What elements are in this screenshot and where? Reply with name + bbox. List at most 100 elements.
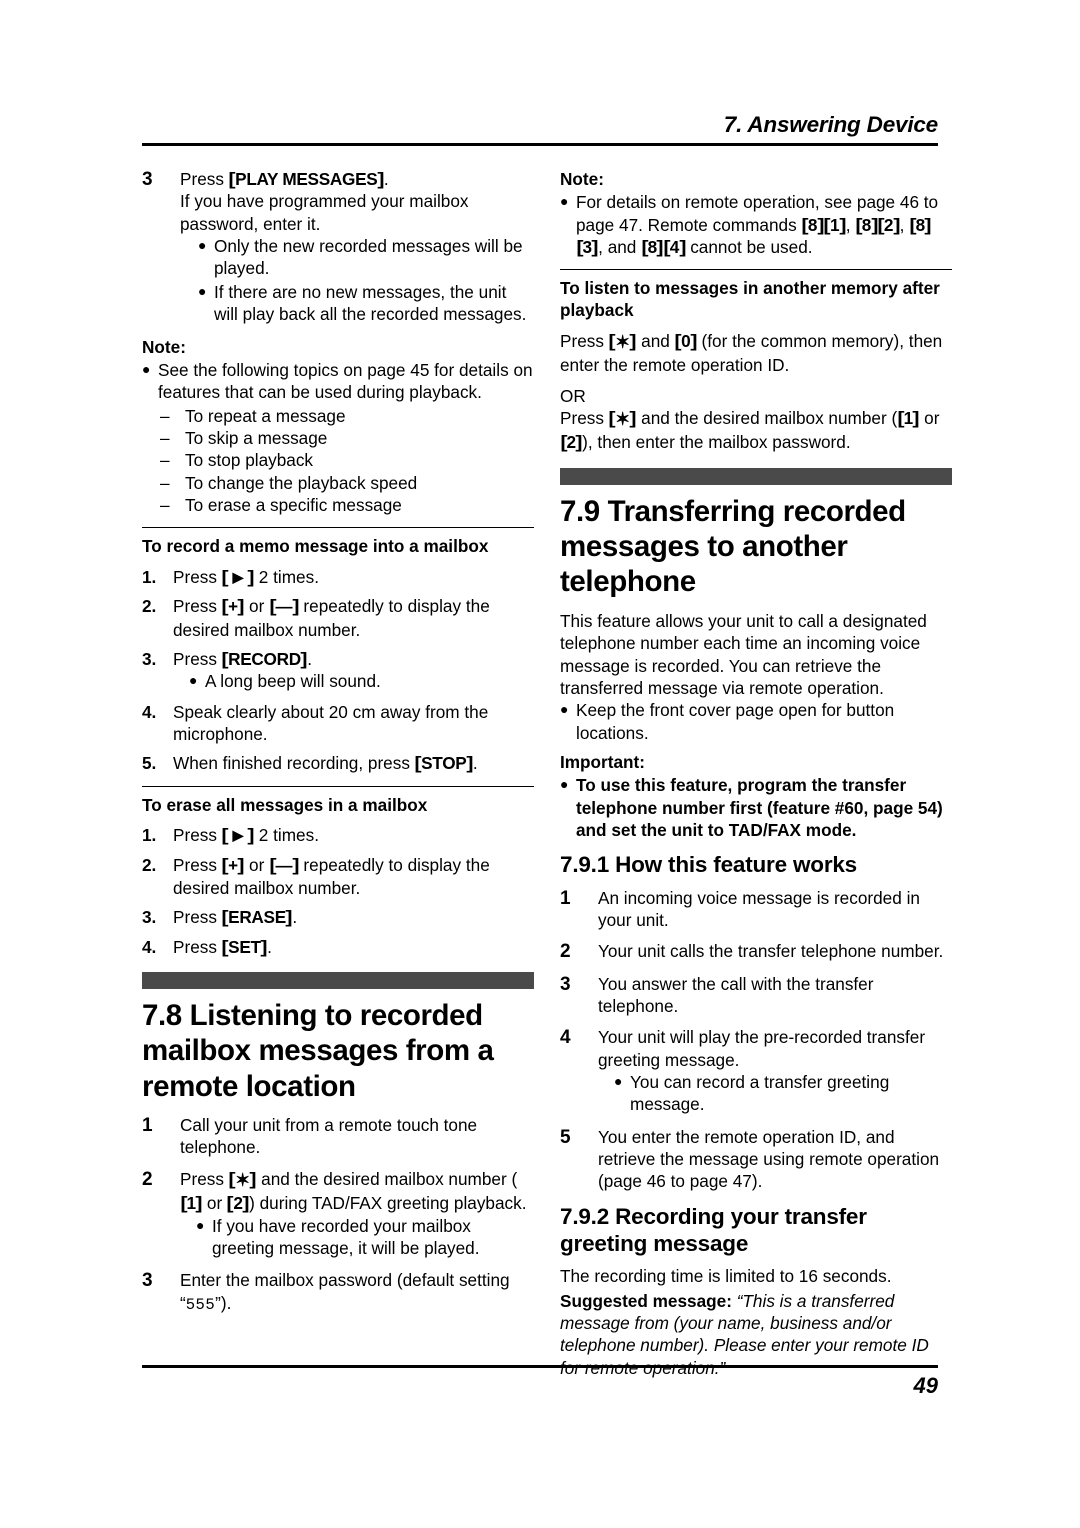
list-item: ● If you have recorded your mailbox gree… [196,1215,534,1260]
press-label: When finished recording, press [173,753,415,774]
dash-marker-icon: – [160,427,170,448]
step-number: 3 [560,973,571,995]
section791-step-5: 5 You enter the remote operation ID, and… [560,1126,952,1193]
list-item: – To stop playback [142,449,534,471]
step-content: Speak clearly about 20 cm away from the … [173,701,489,744]
key-0: [0] [674,330,697,351]
separator: , [899,214,910,235]
key-1: [1] [179,1193,203,1214]
press-label: Press [180,1168,229,1189]
step-content: Your unit will play the pre-recorded tra… [598,1026,952,1116]
or-label: OR [560,385,586,406]
list-item: ● See the following topics on page 45 fo… [142,359,534,404]
step-number: 4. [142,936,157,957]
dash-marker-icon: – [160,495,170,516]
play-arrow-icon: ▶ [232,569,244,586]
section78-step-3: 3 Enter the mailbox password (default se… [142,1269,534,1315]
step-content: When finished recording, press [STOP]. [173,752,534,774]
step-number: 4 [560,1027,571,1049]
dash-text: To stop playback [185,450,314,471]
list-item: – To repeat a message [142,405,534,427]
key-record: [RECORD] [221,648,308,669]
step-number: 3 [142,169,153,190]
conjunction: or [244,596,270,617]
asterisk-icon: ✶ [615,408,630,429]
key-star: [✶] [608,407,637,429]
note-bullet-list: ● See the following topics on page 45 fo… [142,359,534,404]
step-number: 4. [142,701,157,722]
header-divider [142,142,938,146]
dash-marker-icon: – [160,472,170,493]
step-play-messages: 3 Press [PLAY MESSAGES]. If you have pro… [142,168,534,327]
bullet-text: If you have recorded your mailbox greeti… [212,1215,480,1258]
list-item: – To erase a specific message [142,494,534,516]
listen-paragraph-2: Press [✶] and the desired mailbox number… [560,407,952,454]
step-text-mid: and the desired mailbox number ( [256,1168,518,1189]
key-2: [2] [559,432,583,453]
conjunction: and [636,330,675,351]
bullet-text: See the following topics on page 45 for … [158,359,533,403]
manual-page: 7. Answering Device 3 Press [PLAY MESSAG… [0,0,1080,1528]
note-dash-list: – To repeat a message – To skip a messag… [142,405,534,517]
key-1: [1] [897,407,920,428]
key-erase: [ERASE] [221,907,293,928]
section791-step-1: 1 An incoming voice message is recorded … [560,887,952,932]
section792-intro: The recording time is limited to 16 seco… [560,1266,892,1287]
step-line-2: If you have programmed your mailbox pass… [180,191,469,234]
dash-marker-icon: – [160,450,170,471]
section791-step4-bullet-list: ● You can record a transfer greeting mes… [598,1071,952,1116]
bullet-text: You can record a transfer greeting messa… [630,1071,890,1115]
step-number: 1 [560,887,571,909]
step-number: 1 [142,1115,153,1137]
press-label: Press [173,936,222,957]
step3-bullet-list: ● Only the new recorded messages will be… [180,235,534,325]
memo-step3-bullet-list: ● A long beep will sound. [173,670,534,692]
section791-step-4: 4 Your unit will play the pre-recorded t… [560,1026,952,1116]
press-label: Press [173,596,222,617]
section-bar-78 [142,971,534,989]
suggested-message-label: Suggested message: [560,1290,732,1311]
section-heading-791: 7.9.1 How this feature works [560,852,857,878]
list-item: – To skip a message [142,427,534,449]
list-item: ● If there are no new messages, the unit… [198,281,534,326]
paragraph-suffix: ), then enter the mailbox password. [582,432,851,453]
note-block-right: Note: ● For details on remote operation,… [560,168,952,258]
bullet-dot-icon: ● [198,282,207,299]
listen-section-heading: To listen to messages in another memory … [560,278,940,321]
erase-step-2: 2. Press [+] or [—] repeatedly to displa… [142,854,534,899]
list-item: ● You can record a transfer greeting mes… [614,1071,952,1116]
important-bullet-list: ● To use this feature, program the trans… [560,774,952,841]
press-label: Press [173,854,222,875]
chapter-title: 7. Answering Device [723,112,938,137]
step-suffix: . [307,648,313,669]
dash-text: To skip a message [185,427,328,448]
section791-step-2: 2 Your unit calls the transfer telephone… [560,940,952,963]
conjunction: or [244,854,270,875]
step-number: 1. [142,825,157,846]
left-column: 3 Press [PLAY MESSAGES]. If you have pro… [142,168,534,1324]
bullet-text: If there are no new messages, the unit w… [214,281,527,325]
press-label: Press [173,825,222,846]
erase-step-4: 4. Press [SET]. [142,936,534,958]
key-2: [2] [877,214,900,235]
step-suffix: ”). [215,1292,232,1313]
note-label: Note: [142,336,186,357]
step-content: Press [RECORD]. ● A long beep will sound… [173,648,534,694]
step-text: Your unit will play the pre-recorded tra… [598,1027,926,1070]
step-suffix: ) during TAD/FAX greeting playback. [249,1193,527,1214]
bullet-dot-icon: ● [198,237,207,254]
step-content: Your unit calls the transfer telephone n… [598,941,944,962]
step-content: Press [PLAY MESSAGES]. If you have progr… [180,168,534,327]
step-content: Press [ ▶ ] 2 times. [173,566,534,588]
step-suffix: . [292,907,298,928]
listen-paragraph-1: Press [✶] and [0] (for the common memory… [560,330,952,377]
erase-section-heading: To erase all messages in a mailbox [142,794,428,815]
asterisk-icon: ✶ [615,331,630,352]
section-divider [142,527,534,529]
press-label: Press [560,407,609,428]
step-number: 2 [142,1168,153,1190]
page-header: 7. Answering Device [142,112,938,146]
key-4: [4] [663,237,686,258]
bullet-text: For details on remote operation, see pag… [576,191,952,258]
key-8: [8] [801,214,824,235]
